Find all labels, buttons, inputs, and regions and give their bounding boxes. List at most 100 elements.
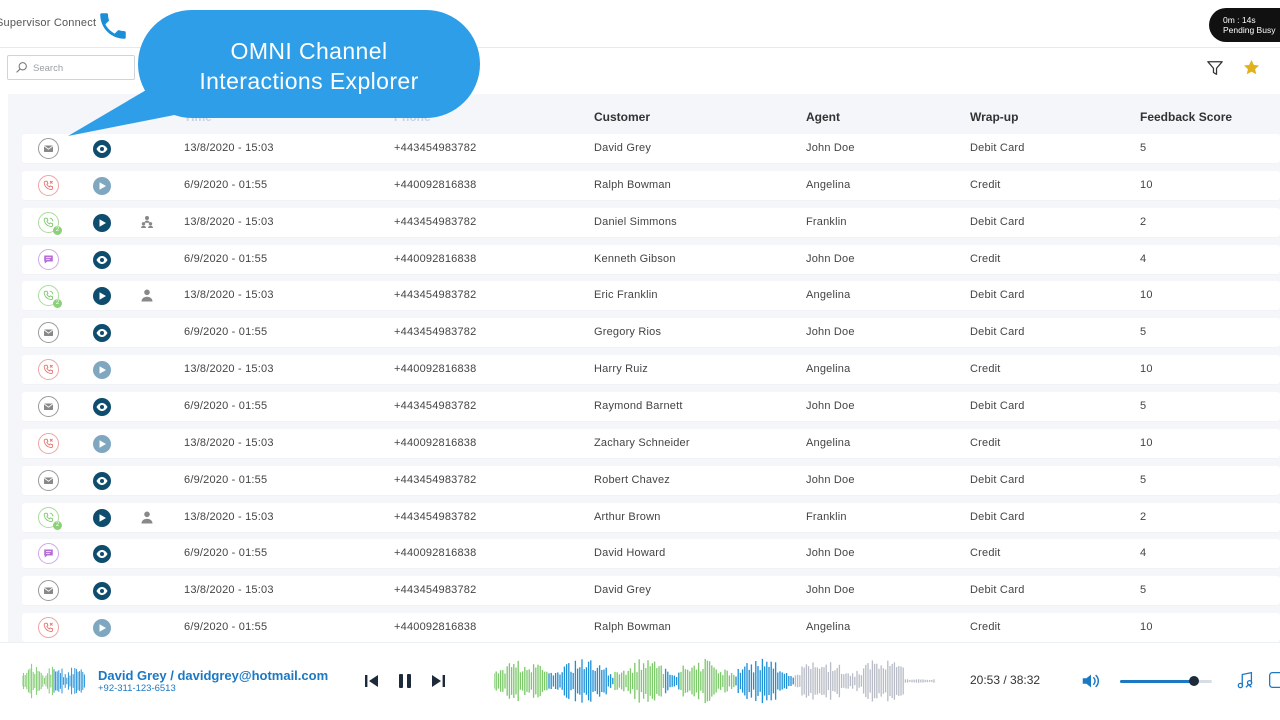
pause-icon[interactable] [395,671,415,691]
table-row[interactable]: 2 13/8/2020 - 15:03 +443454983782 Arthur Br… [22,502,1280,532]
person-icon [141,511,153,523]
cell-customer: Ralph Bowman [594,621,671,634]
cell-agent: Angelina [806,436,851,449]
filter-icon[interactable] [1206,59,1224,77]
cell-agent: John Doe [806,142,855,154]
cell-agent: Franklin [806,510,847,523]
cell-feedback-score: 2 [1140,215,1147,228]
cell-phone: +440092816838 [394,436,477,449]
cell-customer: David Howard [594,547,666,560]
cell-agent: John Doe [806,473,855,486]
skip-back-icon[interactable] [362,671,382,691]
table-row[interactable]: 6/9/2020 - 01:55 +440092816838 David Howar… [22,539,1280,569]
cell-agent: John Doe [806,547,855,560]
cell-phone: +443454983782 [394,326,477,339]
view-icon[interactable] [93,582,111,601]
volume-icon[interactable] [1080,670,1102,692]
channel-email-icon [38,580,59,602]
play-icon[interactable] [93,619,111,638]
cell-phone: +440092816838 [394,621,477,634]
table-row[interactable]: 6/9/2020 - 01:55 +440092816838 Kenneth Gib… [22,244,1280,274]
music-note-icon[interactable] [1234,669,1256,691]
table-row[interactable]: 6/9/2020 - 01:55 +440092816838 Ralph Bowma… [22,170,1280,200]
table-row[interactable]: 6/9/2020 - 01:55 +443454983782 Gregory Rio… [22,318,1280,348]
play-icon[interactable] [93,213,111,232]
view-icon[interactable] [93,397,111,416]
status-state: Pending Busy [1223,25,1276,35]
table-row[interactable]: 13/8/2020 - 15:03 +440092816838 Zachary Sc… [22,428,1280,458]
cell-time: 6/9/2020 - 01:55 [184,326,268,339]
cell-phone: +443454983782 [394,289,477,302]
channel-chat-icon [38,543,59,565]
play-icon[interactable] [93,176,111,195]
table-row[interactable]: 6/9/2020 - 01:55 +443454983782 Raymond Bar… [22,391,1280,421]
cell-feedback-score: 10 [1140,621,1153,634]
cell-phone: +440092816838 [394,178,477,191]
volume-knob[interactable] [1188,676,1199,686]
cell-wrapup: Debit Card [970,326,1025,339]
cell-customer: Ralph Bowman [594,178,671,191]
channel-chat-icon [38,248,59,270]
interactions-table: Time Phone Customer Agent Wrap-up Feedba… [8,94,1280,644]
cell-phone: +443454983782 [394,215,477,228]
view-icon[interactable] [93,140,111,158]
table-row[interactable]: 13/8/2020 - 15:03 +440092816838 Harry Ruiz… [22,355,1280,385]
view-icon[interactable] [93,545,111,564]
person-icon [141,289,153,302]
cell-agent: John Doe [806,584,855,597]
playback-waveform[interactable] [494,657,936,705]
cell-customer: Gregory Rios [594,326,662,339]
channel-count-badge: 2 [53,299,62,309]
cell-customer: Harry Ruiz [594,363,648,376]
skip-forward-icon[interactable] [428,671,448,691]
table-row[interactable]: 2 13/8/2020 - 15:03 +443454983782 Eric Fran… [22,281,1280,311]
table-row[interactable]: 6/9/2020 - 01:55 +440092816838 Ralph Bowma… [22,613,1280,643]
cell-phone: +443454983782 [394,584,477,597]
play-icon[interactable] [93,287,111,306]
favorite-star-icon[interactable] [1242,58,1261,77]
cell-wrapup: Credit [970,547,1001,560]
table-row[interactable]: 13/8/2020 - 15:03 +443454983782 David Grey… [22,576,1280,606]
table-row[interactable]: 2 13/8/2020 - 15:03 +443454983782 Daniel Si… [22,207,1280,237]
cell-wrapup: Debit Card [970,399,1025,412]
cell-customer: David Grey [594,584,652,597]
expand-icon[interactable] [1266,669,1280,691]
view-icon[interactable] [93,324,111,343]
channel-call-icon: 2 [38,506,62,530]
cell-time: 13/8/2020 - 15:03 [184,584,274,597]
col-header-feedback-score[interactable]: Feedback Score [1140,110,1232,124]
cell-customer: David Grey [594,142,652,154]
cell-time: 13/8/2020 - 15:03 [184,436,274,449]
cell-time: 13/8/2020 - 15:03 [184,142,274,154]
conference-icon [141,215,153,228]
play-icon[interactable] [93,361,111,380]
cell-feedback-score: 5 [1140,142,1147,154]
channel-missed-call-icon [38,617,59,639]
col-header-wrapup[interactable]: Wrap-up [970,110,1018,124]
cell-customer: Eric Franklin [594,289,658,302]
cell-wrapup: Debit Card [970,473,1025,486]
cell-customer: Raymond Barnett [594,399,683,412]
view-icon[interactable] [93,471,111,490]
table-row[interactable]: 6/9/2020 - 01:55 +443454983782 Robert Chav… [22,465,1280,495]
play-icon[interactable] [93,434,111,453]
cell-feedback-score: 4 [1140,252,1147,265]
col-header-customer[interactable]: Customer [594,110,650,124]
agent-status-badge[interactable]: 0m : 14s Pending Busy [1209,8,1280,42]
view-icon[interactable] [93,250,111,269]
cell-wrapup: Debit Card [970,510,1025,523]
cell-feedback-score: 5 [1140,473,1147,486]
cell-phone: +440092816838 [394,363,477,376]
cell-phone: +443454983782 [394,399,477,412]
search-icon [16,62,27,73]
play-icon[interactable] [93,508,111,527]
channel-call-icon: 2 [38,285,62,309]
channel-count-badge: 2 [53,225,62,235]
callout-line-2: Interactions Explorer [199,68,419,94]
cell-wrapup: Debit Card [970,215,1025,228]
channel-count-badge: 2 [53,520,62,530]
volume-slider[interactable] [1120,676,1212,686]
col-header-agent[interactable]: Agent [806,110,840,124]
cell-time: 13/8/2020 - 15:03 [184,363,274,376]
playback-time: 20:53 / 38:32 [970,673,1041,687]
